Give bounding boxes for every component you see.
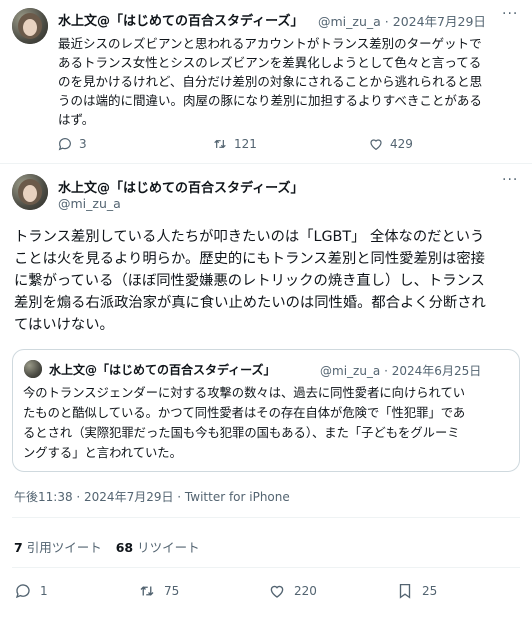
heart-icon — [270, 585, 284, 598]
tweet-body-line: トランス差別している人たちが叩きたいのは「LGBT」 全体なのだという — [14, 229, 485, 245]
reply-icon — [15, 584, 30, 599]
retweets-stat[interactable]: 68 リツイート — [116, 537, 200, 556]
divider — [0, 163, 532, 164]
like-button[interactable]: 220 — [268, 582, 317, 600]
quoted-body-line: ングする」と言われていた。 — [23, 446, 182, 460]
heart-icon — [370, 139, 382, 151]
tweet-meta: @mi_zu_a · 2024年7月29日 — [318, 11, 486, 30]
retweet-count: 121 — [234, 137, 257, 151]
author-handle[interactable]: @mi_zu_a — [318, 14, 381, 29]
retweets-count: 68 — [115, 540, 134, 555]
quote-tweets-stat[interactable]: 7 引用ツイート — [14, 537, 102, 556]
avatar-background — [24, 360, 42, 378]
retweet-icon — [140, 586, 154, 596]
retweet-button[interactable]: 75 — [138, 582, 179, 600]
tweet-body-line: はず。 — [58, 112, 95, 127]
tweet-body: 最近シスのレズビアンと思われるアカウントがトランス差別のターゲットで あるトラン… — [58, 34, 520, 129]
more-icon[interactable]: ··· — [502, 6, 518, 22]
quote-tweets-count: 7 — [14, 540, 23, 555]
bookmark-icon — [399, 583, 411, 599]
retweet-icon — [214, 139, 226, 149]
divider — [12, 517, 520, 518]
quoted-body-line: 今のトランスジェンダーに対する攻撃の数々は、過去に同性愛者に向けられてい — [23, 386, 466, 400]
tweet-body-line: てはいけない。 — [14, 317, 114, 333]
quoted-author-name: 水上文@「はじめての百合スタディーズ」 — [49, 363, 276, 377]
like-button[interactable]: 429 — [368, 136, 413, 152]
reply-count: 3 — [79, 137, 87, 151]
tweet-body-line: 最近シスのレズビアンと思われるアカウントがトランス差別のターゲットで — [58, 36, 482, 51]
tweet-stats: 7 引用ツイート 68 リツイート — [14, 537, 200, 556]
quoted-tweet-body: 今のトランスジェンダーに対する攻撃の数々は、過去に同性愛者に向けられてい たもの… — [23, 383, 513, 463]
quoted-tweet[interactable]: 水上文@「はじめての百合スタディーズ」 @mi_zu_a · 2024年6月25… — [12, 349, 520, 472]
quoted-tweet-date: 2024年6月25日 — [391, 364, 482, 378]
avatar — [24, 360, 42, 378]
bookmark-count: 25 — [422, 584, 438, 598]
avatar[interactable] — [12, 8, 48, 44]
tweet-body-line: に繋がっている（ほぼ同性愛嫌悪のレトリックの焼き直し）し、トランス — [14, 273, 485, 289]
tweet-date[interactable]: 2024年7月29日 — [393, 14, 486, 29]
quoted-body-line: たものと酷似している。かつて同性愛者はその存在自体が危険で「性犯罪」であ — [23, 406, 466, 420]
meta-separator: · — [384, 14, 389, 29]
meta-separator: · — [384, 364, 388, 378]
avatar-face — [23, 185, 37, 202]
retweet-button[interactable]: 121 — [212, 136, 257, 152]
reply-count: 1 — [40, 584, 48, 598]
bookmark-button[interactable]: 25 — [396, 582, 437, 600]
author-name[interactable]: 水上文@「はじめての百合スタディーズ」 — [58, 177, 303, 196]
reply-button[interactable]: 3 — [57, 136, 87, 152]
divider — [12, 567, 520, 568]
reply-icon — [58, 138, 71, 151]
retweets-label: リツイート — [137, 540, 200, 555]
tweet-body-line: うのは端的に間違い。肉屋の豚になり差別に加担するよりすべきことがある — [58, 93, 482, 108]
tweet-body-line: のを見かけるけれど、自分だけ差別の対象にされることから逃れられると思 — [58, 74, 483, 89]
avatar[interactable] — [12, 174, 48, 210]
retweet-count: 75 — [164, 584, 180, 598]
quoted-author-handle: @mi_zu_a — [320, 364, 381, 378]
more-icon[interactable]: ··· — [502, 172, 518, 188]
quoted-body-line: るとされ（実際犯罪だった国も今も犯罪の国もある）、また「子どもをグルーミ — [23, 426, 460, 440]
tweet-body: トランス差別している人たちが叩きたいのは「LGBT」 全体なのだという ことは火… — [14, 226, 524, 336]
tweet-body-line: ことは火を見るより明らか。歴史的にもトランス差別と同性愛差別は密接 — [14, 251, 485, 267]
quoted-tweet-meta: @mi_zu_a · 2024年6月25日 — [320, 362, 481, 379]
author-handle[interactable]: @mi_zu_a — [58, 196, 121, 211]
author-name[interactable]: 水上文@「はじめての百合スタディーズ」 — [58, 10, 303, 29]
tweet-timestamp[interactable]: 午後11:38 · 2024年7月29日 · Twitter for iPhon… — [14, 488, 290, 505]
quote-tweets-label: 引用ツイート — [26, 540, 102, 555]
avatar-face — [23, 19, 37, 36]
tweet-body-line: あるトランス女性とシスのレズビアンを差異化しようとして色々と言ってる — [58, 55, 482, 70]
like-count: 429 — [390, 137, 413, 151]
tweet-body-line: 差別を煽る右派政治家が真に食い止めたいのは同性婚。都合よく分断され — [14, 295, 486, 311]
reply-button[interactable]: 1 — [14, 582, 48, 600]
like-count: 220 — [294, 584, 317, 598]
